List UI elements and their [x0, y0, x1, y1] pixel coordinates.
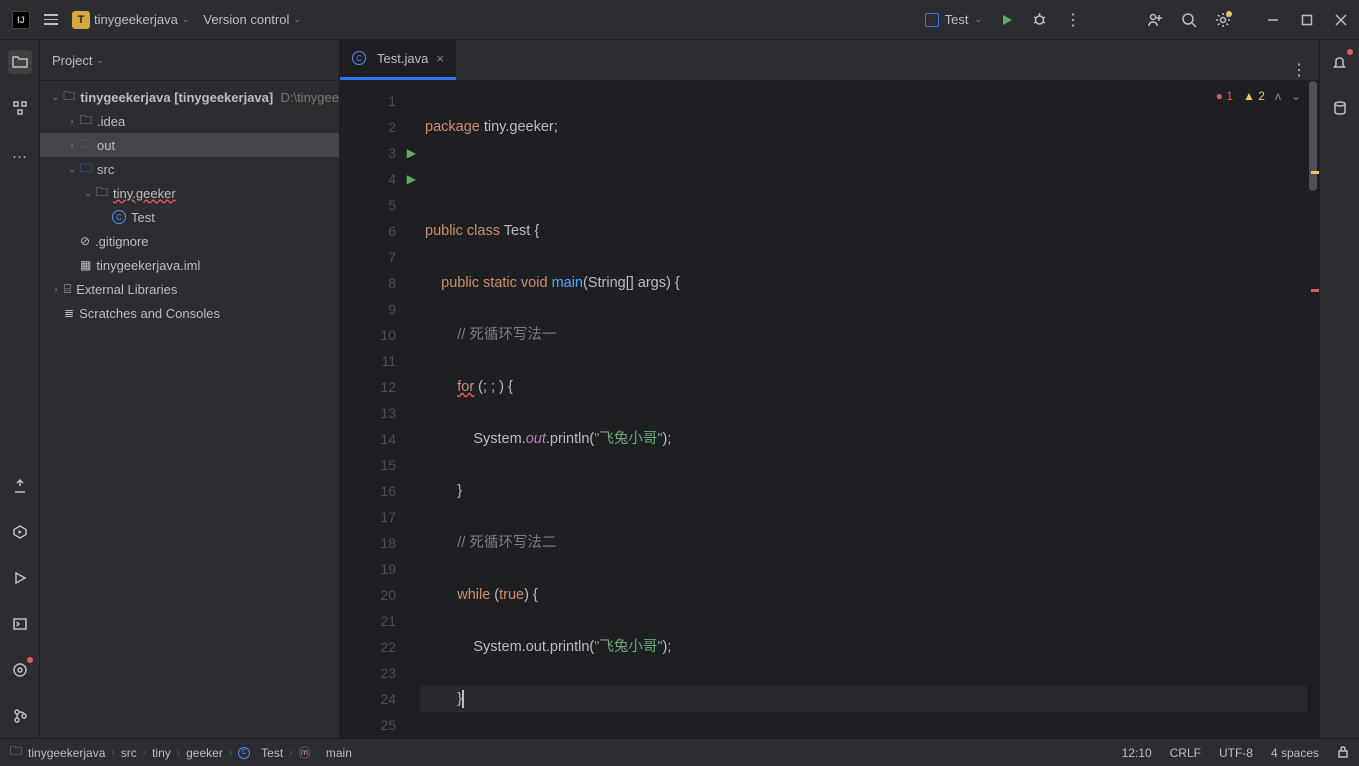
tree-folder-out[interactable]: ›🗀out — [40, 133, 339, 157]
tree-package[interactable]: ⌄🗀tiny.geeker — [40, 181, 339, 205]
tree-external-libs[interactable]: ›⌸External Libraries — [40, 277, 339, 301]
error-indicator[interactable]: ● 1 — [1216, 89, 1233, 103]
build-tool-button[interactable] — [8, 474, 32, 498]
run-config-icon — [925, 13, 939, 27]
more-tool-button[interactable]: … — [8, 142, 32, 166]
run-button[interactable] — [1000, 13, 1014, 27]
structure-tool-button[interactable] — [8, 96, 32, 120]
class-icon: C — [112, 210, 126, 224]
minimize-button[interactable] — [1267, 14, 1279, 26]
terminal-tool-button[interactable] — [8, 612, 32, 636]
editor-tab-test[interactable]: C Test.java × — [340, 40, 456, 80]
problems-tool-button[interactable] — [8, 658, 32, 682]
inspection-prev[interactable]: ʌ — [1275, 89, 1281, 103]
run-configuration-selector[interactable]: Test ⌄ — [925, 12, 982, 27]
run-line-marker[interactable]: ▶ — [407, 172, 416, 186]
close-button[interactable] — [1335, 14, 1347, 26]
vcs-menu[interactable]: Version control ⌄ — [203, 12, 301, 27]
tree-file-gitignore[interactable]: ⊘.gitignore — [40, 229, 339, 253]
text-cursor — [462, 690, 464, 708]
project-badge: T — [72, 11, 90, 29]
chevron-down-icon: ⌄ — [96, 55, 104, 66]
ide-logo: IJ — [12, 11, 30, 29]
editor-scrollbar[interactable] — [1307, 81, 1319, 738]
cursor-position[interactable]: 12:10 — [1122, 746, 1152, 760]
tree-folder-idea[interactable]: ›🗀.idea — [40, 109, 339, 133]
scrollbar-thumb[interactable] — [1309, 81, 1317, 191]
editor-content[interactable]: package tiny.geeker; public class Test {… — [420, 81, 1307, 738]
readonly-toggle[interactable] — [1337, 746, 1349, 760]
inspection-widget[interactable]: ● 1 ▲ 2 ʌ ⌄ — [1216, 89, 1301, 103]
tab-close-button[interactable]: × — [436, 51, 444, 66]
debug-button[interactable] — [1032, 12, 1047, 27]
tree-file-iml[interactable]: ▦tinygeekerjava.iml — [40, 253, 339, 277]
settings-notification-dot — [1226, 11, 1232, 17]
project-tool-button[interactable] — [8, 50, 32, 74]
database-tool-button[interactable] — [1328, 96, 1352, 120]
problems-notification-dot — [27, 657, 33, 663]
tree-scratches[interactable]: ≣Scratches and Consoles — [40, 301, 339, 325]
maximize-button[interactable] — [1301, 14, 1313, 26]
inspection-next[interactable]: ⌄ — [1291, 89, 1301, 103]
warning-marker[interactable] — [1311, 171, 1319, 174]
project-view-selector[interactable]: Project ⌄ — [52, 53, 104, 68]
settings-button[interactable] — [1215, 12, 1231, 28]
chevron-down-icon: ⌄ — [182, 14, 190, 25]
run-line-marker[interactable]: ▶ — [407, 146, 416, 160]
warning-indicator[interactable]: ▲ 2 — [1243, 89, 1265, 103]
error-marker[interactable] — [1311, 289, 1319, 292]
tree-root[interactable]: ⌄🗀tinygeekerjava [tinygeekerjava] D:\tin… — [40, 85, 339, 109]
main-menu-button[interactable] — [44, 14, 58, 25]
search-button[interactable] — [1181, 12, 1197, 28]
notifications-button[interactable] — [1328, 50, 1352, 74]
class-icon: C — [352, 51, 366, 65]
project-selector[interactable]: T tinygeekerjava ⌄ — [72, 11, 189, 29]
editor-gutter[interactable]: 12 3▶ 4▶ 567 8910 111213 141516 171819 2… — [340, 81, 420, 738]
line-separator[interactable]: CRLF — [1170, 746, 1201, 760]
chevron-down-icon: ⌄ — [974, 14, 982, 25]
notification-dot — [1347, 49, 1353, 55]
vcs-tool-button[interactable] — [8, 704, 32, 728]
file-encoding[interactable]: UTF-8 — [1219, 746, 1253, 760]
tree-class-test[interactable]: CTest — [40, 205, 339, 229]
tab-options-button[interactable]: ⋮ — [1291, 60, 1307, 80]
breadcrumb[interactable]: 🗀tinygeekerjava› src› tiny› geeker› CTes… — [10, 742, 352, 763]
more-actions-button[interactable]: ⋮ — [1065, 10, 1081, 30]
indent-setting[interactable]: 4 spaces — [1271, 746, 1319, 760]
services-tool-button[interactable] — [8, 520, 32, 544]
code-with-me-button[interactable] — [1147, 12, 1163, 28]
project-tree[interactable]: ⌄🗀tinygeekerjava [tinygeekerjava] D:\tin… — [40, 81, 339, 738]
run-tool-button[interactable] — [8, 566, 32, 590]
project-name: tinygeekerjava — [94, 12, 178, 27]
chevron-down-icon: ⌄ — [293, 14, 301, 25]
tree-folder-src[interactable]: ⌄🗀src — [40, 157, 339, 181]
